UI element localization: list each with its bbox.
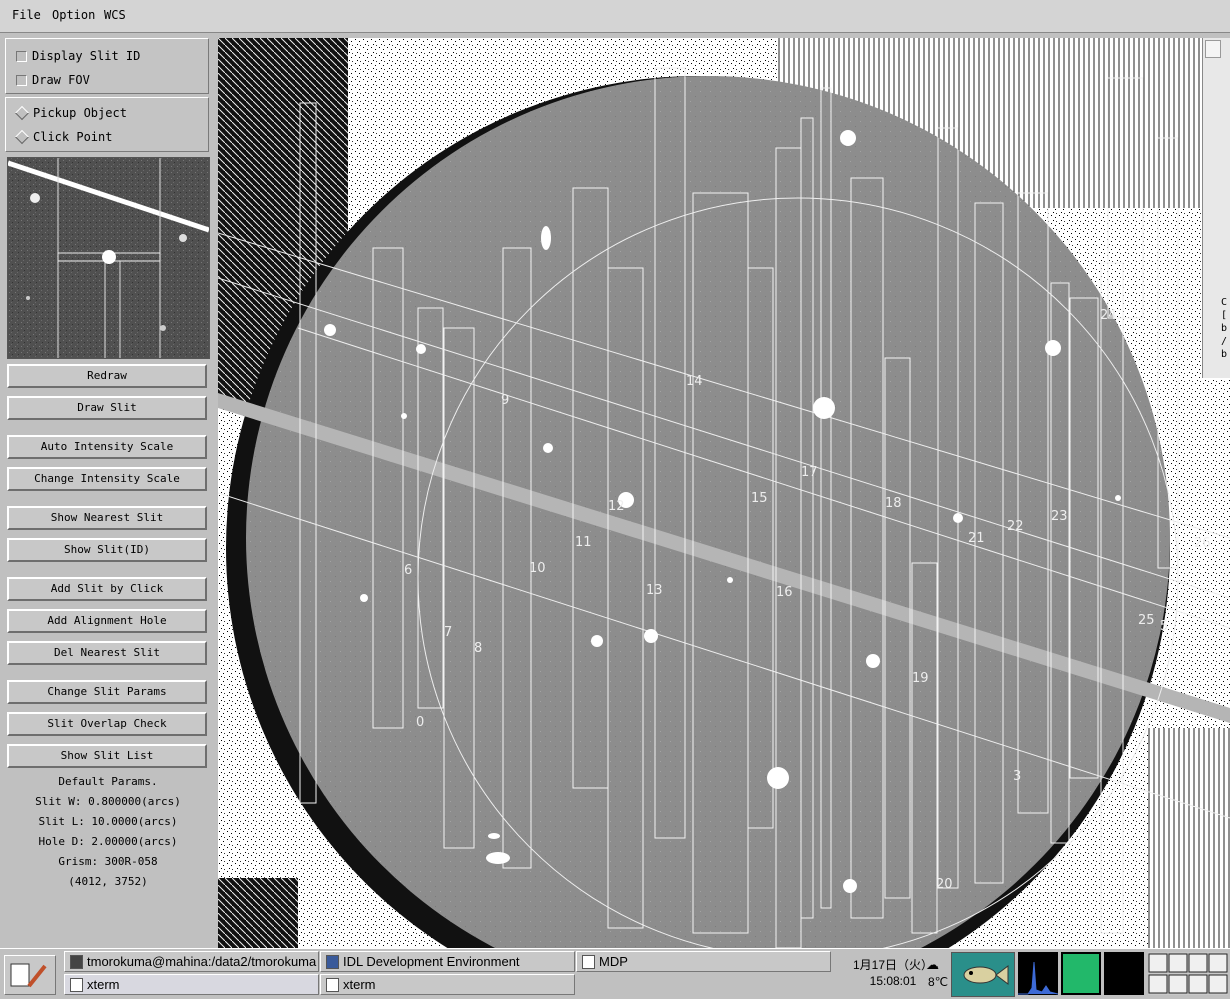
display-slit-id-checkbox[interactable]: Display Slit ID bbox=[16, 47, 140, 65]
slit-label: 15 bbox=[751, 491, 768, 506]
slit-label: 25 bbox=[1138, 613, 1155, 628]
radio-diamond-icon bbox=[14, 105, 30, 121]
menu-file[interactable]: File bbox=[12, 8, 41, 22]
slit-label: 23 bbox=[1051, 509, 1068, 524]
display-slit-id-label: Display Slit ID bbox=[32, 49, 141, 63]
image-display[interactable]: 6 7 8 9 10 11 12 13 14 15 16 17 18 19 20… bbox=[218, 38, 1230, 948]
slit-label: 3 bbox=[1013, 769, 1021, 784]
slit-label: 9 bbox=[501, 393, 509, 408]
change-slit-params-button[interactable]: Change Slit Params bbox=[7, 680, 207, 704]
change-intensity-scale-button[interactable]: Change Intensity Scale bbox=[7, 467, 207, 491]
slit-width-value: Slit W: 0.800000(arcs) bbox=[35, 795, 181, 808]
slit-label: 16 bbox=[776, 585, 793, 600]
terminal-icon bbox=[70, 955, 83, 969]
display-options-group: Display Slit ID Draw FOV bbox=[5, 38, 209, 94]
menu-wcs[interactable]: WCS bbox=[104, 8, 126, 22]
draw-slit-button[interactable]: Draw Slit bbox=[7, 396, 207, 420]
slit-length-value: Slit L: 10.0000(arcs) bbox=[38, 815, 178, 828]
show-slit-id-button[interactable]: Show Slit(ID) bbox=[7, 538, 207, 562]
click-point-radio[interactable]: Click Point bbox=[14, 128, 113, 146]
taskbar-window-mdp[interactable]: MDP bbox=[576, 951, 831, 972]
zoom-thumbnail-image bbox=[8, 158, 209, 358]
temperature-label: 8℃ bbox=[928, 975, 949, 989]
taskbar-window-idl[interactable]: IDL Development Environment bbox=[320, 951, 575, 972]
draw-fov-label: Draw FOV bbox=[32, 73, 90, 87]
slit-overlap-check-button[interactable]: Slit Overlap Check bbox=[7, 712, 207, 736]
pager-desktops-icon bbox=[1148, 953, 1228, 994]
auto-intensity-scale-button[interactable]: Auto Intensity Scale bbox=[7, 435, 207, 459]
pickup-object-label: Pickup Object bbox=[33, 106, 127, 120]
grism-value: Grism: 300R-058 bbox=[58, 855, 158, 868]
slit-label: 17 bbox=[801, 465, 818, 480]
idl-icon bbox=[326, 955, 339, 969]
slit-label: 12 bbox=[608, 499, 625, 514]
redraw-button[interactable]: Redraw bbox=[7, 364, 207, 388]
taskbar: tmorokuma@mahina:/data2/tmorokuma IDL De… bbox=[0, 948, 1230, 998]
workspace-pager[interactable] bbox=[1148, 952, 1228, 995]
params-title: Default Params. bbox=[58, 775, 158, 788]
checkbox-box-icon bbox=[16, 50, 27, 62]
slit-label: 11 bbox=[575, 535, 592, 550]
notepad-pencil-icon bbox=[10, 963, 47, 988]
del-nearest-slit-button[interactable]: Del Nearest Slit bbox=[7, 641, 207, 665]
click-point-label: Click Point bbox=[33, 130, 113, 144]
slit-label: 6 bbox=[404, 563, 412, 578]
slit-label: 0 bbox=[416, 715, 424, 730]
slit-label: 5 bbox=[1160, 619, 1168, 634]
taskbar-window-xterm-2[interactable]: xterm bbox=[320, 974, 575, 995]
fish-icon bbox=[963, 965, 1009, 985]
add-alignment-hole-button[interactable]: Add Alignment Hole bbox=[7, 609, 207, 633]
pickup-object-radio[interactable]: Pickup Object bbox=[14, 104, 127, 122]
add-slit-by-click-button[interactable]: Add Slit by Click bbox=[7, 577, 207, 601]
menu-option[interactable]: Option bbox=[52, 8, 95, 22]
fov-image-canvas[interactable]: 6 7 8 9 10 11 12 13 14 15 16 17 18 19 20… bbox=[218, 38, 1230, 948]
slit-label: 20 bbox=[936, 877, 953, 892]
hole-diameter-value: Hole D: 2.00000(arcs) bbox=[38, 835, 178, 848]
load-graph-icon bbox=[1018, 961, 1059, 995]
memory-monitor[interactable] bbox=[1061, 952, 1101, 995]
weather-cloud-icon: ☁ bbox=[926, 957, 939, 972]
show-slit-list-button[interactable]: Show Slit List bbox=[7, 744, 207, 768]
taskbar-window-xterm-1[interactable]: xterm bbox=[64, 974, 319, 995]
slit-label: 18 bbox=[885, 496, 902, 511]
window-icon bbox=[582, 955, 595, 969]
mode-group: Pickup Object Click Point bbox=[5, 97, 209, 152]
slit-label: 24 bbox=[1100, 308, 1117, 323]
scroll-thumb[interactable] bbox=[1205, 40, 1221, 58]
slit-label: 22 bbox=[1007, 519, 1024, 534]
window-icon bbox=[326, 978, 339, 992]
taskbar-window-terminal[interactable]: tmorokuma@mahina:/data2/tmorokuma bbox=[64, 951, 319, 972]
cpu-load-graph[interactable] bbox=[1018, 952, 1059, 995]
menu-bar: File Option WCS bbox=[0, 0, 1230, 33]
checkbox-box-icon bbox=[16, 74, 27, 86]
slit-label: 13 bbox=[646, 583, 663, 598]
cursor-coords: (4012, 3752) bbox=[68, 875, 148, 888]
draw-fov-checkbox[interactable]: Draw FOV bbox=[16, 71, 90, 89]
start-menu-button[interactable] bbox=[4, 955, 56, 995]
zoom-thumbnail[interactable] bbox=[7, 157, 210, 359]
slit-label: 7 bbox=[444, 625, 452, 640]
slit-label: 19 bbox=[912, 671, 929, 686]
show-nearest-slit-button[interactable]: Show Nearest Slit bbox=[7, 506, 207, 530]
slit-label: 10 bbox=[529, 561, 546, 576]
window-icon bbox=[70, 978, 83, 992]
xterm-text-sliver: C [ b / b bbox=[1221, 297, 1228, 360]
slit-label: 21 bbox=[968, 531, 985, 546]
radio-diamond-icon bbox=[14, 129, 30, 145]
slit-label: 14 bbox=[686, 374, 703, 389]
memory-bar bbox=[1063, 954, 1099, 993]
slit-label: 26 bbox=[1194, 536, 1211, 551]
fish-applet[interactable] bbox=[951, 952, 1015, 997]
adjacent-window-scrollbar[interactable]: C [ b / b bbox=[1202, 38, 1230, 378]
network-monitor[interactable] bbox=[1104, 952, 1144, 995]
slit-label: 8 bbox=[474, 641, 482, 656]
default-params: Default Params. Slit W: 0.800000(arcs) S… bbox=[0, 772, 216, 892]
